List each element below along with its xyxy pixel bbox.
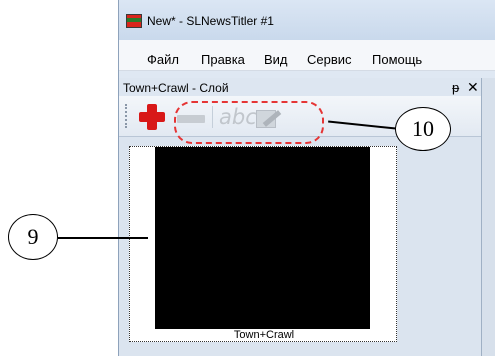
menu-edit[interactable]: Правка — [201, 52, 245, 67]
pin-icon[interactable]: ᵽ — [452, 80, 459, 95]
title-bar: New* - SLNewsTitler #1 — [119, 0, 495, 40]
callout-10: 10 — [395, 107, 451, 151]
slnewstitler-app-icon — [126, 14, 142, 28]
toolbar-grip-handle[interactable] — [125, 104, 130, 128]
highlight-ring — [174, 101, 324, 144]
layer-preview[interactable]: Town+Crawl — [129, 146, 397, 342]
menu-help[interactable]: Помощь — [372, 52, 422, 67]
panel-header: Town+Crawl - Слой ᵽ ✕ — [119, 78, 481, 96]
callout-9: 9 — [8, 214, 58, 260]
menu-view[interactable]: Вид — [264, 52, 288, 67]
menu-service[interactable]: Сервис — [307, 52, 352, 67]
preview-caption: Town+Crawl — [233, 329, 295, 341]
window-title: New* - SLNewsTitler #1 — [147, 14, 274, 28]
callout-line-9 — [58, 237, 148, 239]
preview-screen — [155, 147, 370, 329]
app-window: New* - SLNewsTitler #1 Файл Правка Вид С… — [118, 0, 495, 356]
close-icon[interactable]: ✕ — [467, 79, 479, 96]
add-layer-button[interactable] — [137, 102, 167, 132]
menu-bar: Файл Правка Вид Сервис Помощь — [119, 40, 495, 71]
panel-title: Town+Crawl - Слой — [123, 81, 229, 95]
right-pane — [481, 78, 495, 356]
menu-file[interactable]: Файл — [147, 52, 179, 67]
